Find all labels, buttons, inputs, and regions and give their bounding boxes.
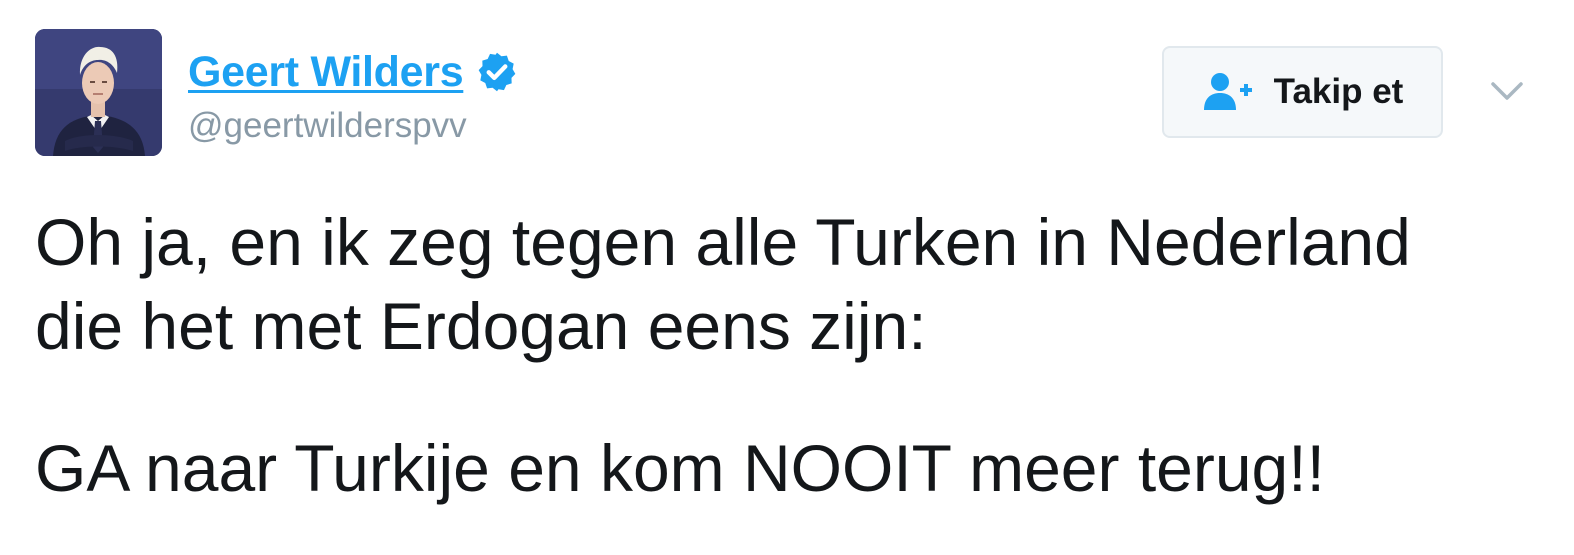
verified-badge-icon (475, 50, 519, 94)
follow-button[interactable]: Takip et (1162, 46, 1443, 138)
tweet-text-line: GA naar Turkije en kom NOOIT meer terug!… (35, 431, 1325, 505)
author-handle[interactable]: @geertwilderspvv (188, 106, 467, 146)
tweet-text-line: Oh ja, en ik zeg tegen alle Turken in Ne… (35, 205, 1411, 279)
chevron-down-icon (1491, 82, 1523, 100)
avatar[interactable] (35, 29, 162, 156)
tweet-text: Oh ja, en ik zeg tegen alle Turken in Ne… (35, 200, 1555, 510)
more-options-caret[interactable] (1487, 76, 1527, 106)
add-user-icon (1202, 72, 1254, 112)
follow-button-label: Takip et (1273, 72, 1404, 111)
tweet-card: Geert Wilders @geertwilderspvv Takip et … (0, 0, 1574, 555)
person-portrait-icon (35, 29, 162, 156)
author-display-name[interactable]: Geert Wilders (188, 48, 464, 97)
tweet-text-line: die het met Erdogan eens zijn: (35, 289, 927, 363)
author-name-row: Geert Wilders (188, 46, 519, 98)
